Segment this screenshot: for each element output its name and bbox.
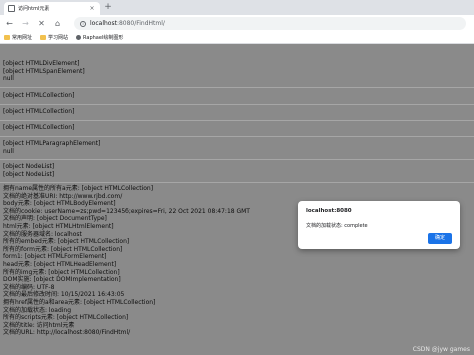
- output-block-1: [object HTMLDivElement] [object HTMLSpanE…: [3, 60, 471, 83]
- output-line: [object HTMLSpanElement]: [3, 67, 85, 75]
- output-block-4: [object HTMLCollection]: [3, 124, 471, 132]
- bookmark-label: 常用网址: [12, 35, 33, 41]
- output-line: 拥有href属性的a和area元素: [object HTMLCollectio…: [3, 298, 156, 306]
- alert-dialog: localhost:8080 文档的加载状态: complete 确定: [298, 201, 460, 249]
- output-line: 所有的img元素: [object HTMLCollection]: [3, 268, 120, 276]
- output-line: [object HTMLCollection]: [3, 124, 75, 131]
- address-bar[interactable]: i localhost:8080/FindHtml/: [74, 17, 466, 30]
- output-line: null: [3, 147, 14, 155]
- divider: [0, 87, 474, 88]
- page-content: [object HTMLDivElement] [object HTMLSpanE…: [0, 44, 474, 355]
- output-line: [object NodeList]: [3, 163, 55, 170]
- output-block-5: [object HTMLParagraphElement] null: [3, 140, 471, 155]
- ok-button[interactable]: 确定: [428, 233, 452, 244]
- output-line: 文档的URL: http://localhost:8080/FindHtml/: [3, 329, 131, 337]
- back-icon[interactable]: ←: [3, 17, 16, 30]
- output-line: [object HTMLCollection]: [3, 108, 75, 115]
- divider: [0, 159, 474, 160]
- output-line: [object HTMLDivElement]: [3, 60, 80, 67]
- forward-icon[interactable]: →: [19, 17, 32, 30]
- raphael-icon: [76, 35, 82, 40]
- output-line: [object HTMLParagraphElement]: [3, 140, 101, 147]
- output-line: head元素: [object HTMLHeadElement]: [3, 260, 117, 268]
- output-line: form1: [object HTMLFormElement]: [3, 253, 107, 261]
- output-line: 文档的加载状态: loading: [3, 306, 72, 314]
- bookmark-study-sites[interactable]: 学习网站: [40, 34, 68, 41]
- folder-icon: [4, 35, 10, 40]
- output-line: 拥有name属性的所有a元素: [object HTMLCollection]: [3, 185, 154, 192]
- output-line: null: [3, 75, 14, 83]
- info-icon[interactable]: i: [80, 20, 86, 27]
- output-line: [object HTMLCollection]: [3, 92, 75, 99]
- divider: [0, 136, 474, 137]
- browser-tab[interactable]: 访问html元素 ×: [4, 2, 100, 15]
- divider: [0, 104, 474, 105]
- browser-toolbar: ← → ✕ ⌂ i localhost:8080/FindHtml/: [0, 15, 474, 32]
- output-line: DOM实施: [object DOMImplementation]: [3, 276, 121, 284]
- divider: [0, 120, 474, 121]
- url-path: :8080/FindHtml/: [116, 20, 165, 27]
- tab-strip: 访问html元素 × +: [0, 0, 474, 15]
- bookmark-label: 学习网站: [48, 35, 69, 41]
- bookmark-common-sites[interactable]: 常用网址: [4, 34, 32, 41]
- dialog-message: 文档的加载状态: complete: [306, 223, 368, 229]
- folder-icon: [40, 35, 47, 40]
- output-block-3: [object HTMLCollection]: [3, 108, 471, 116]
- dialog-title: localhost:8080: [306, 208, 352, 214]
- output-line: 所有的scripts元素: [object HTMLCollection]: [3, 314, 129, 322]
- bookmark-raphael[interactable]: Raphael绘制图形: [76, 34, 123, 41]
- url-host: localhost: [90, 20, 117, 27]
- tab-title: 访问html元素: [18, 6, 50, 12]
- output-block-2: [object HTMLCollection]: [3, 92, 471, 100]
- output-line: 文档的最后修改时间: 10/15/2021 16:43:05: [3, 291, 125, 299]
- home-icon[interactable]: ⌂: [51, 17, 64, 30]
- close-icon[interactable]: ×: [88, 5, 96, 12]
- bookmarks-bar: 常用网址 学习网站 Raphael绘制图形: [0, 32, 474, 44]
- output-line: [object NodeList]: [3, 170, 55, 178]
- bookmark-label: Raphael绘制图形: [83, 35, 124, 41]
- watermark: CSDN @jyw games: [412, 346, 470, 353]
- page-icon: [8, 5, 15, 12]
- divider: [0, 182, 474, 183]
- new-tab-button[interactable]: +: [103, 2, 113, 13]
- output-block-6: [object NodeList] [object NodeList]: [3, 163, 471, 178]
- stop-icon[interactable]: ✕: [35, 17, 48, 30]
